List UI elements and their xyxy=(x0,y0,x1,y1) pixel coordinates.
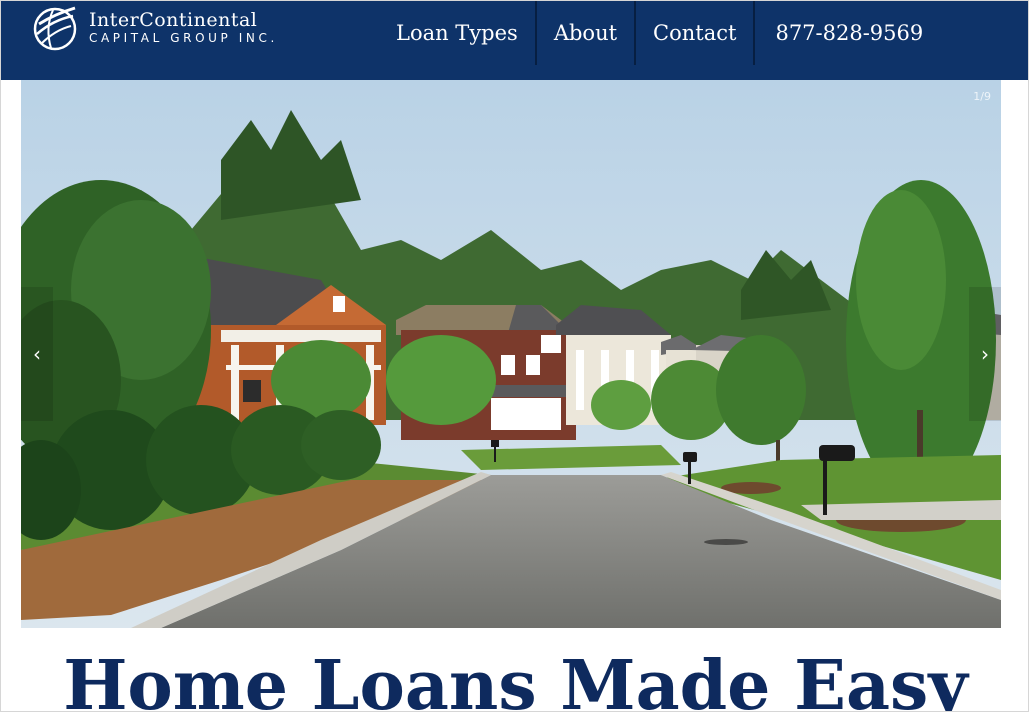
brand-name: InterContinental xyxy=(89,9,258,31)
nav-phone-number[interactable]: 877-828-9569 xyxy=(755,1,940,65)
page: InterContinental CAPITAL GROUP INC. Loan… xyxy=(0,0,1029,712)
nav-contact[interactable]: Contact xyxy=(636,1,756,65)
globe-swoosh-icon xyxy=(33,6,77,51)
slide-image xyxy=(21,80,1001,628)
chevron-right-icon: › xyxy=(981,342,989,366)
nav-about[interactable]: About xyxy=(537,1,637,65)
brand-text: InterContinental CAPITAL GROUP INC. xyxy=(89,10,278,46)
slideshow-prev-button[interactable]: ‹ xyxy=(21,287,53,421)
chevron-left-icon: ‹ xyxy=(33,342,41,366)
brand-tagline: CAPITAL GROUP INC. xyxy=(89,31,278,45)
hero-slideshow: 1/9 ‹ › xyxy=(21,80,1001,628)
brand-logo[interactable]: InterContinental CAPITAL GROUP INC. xyxy=(31,4,278,52)
main-nav: Loan Types About Contact 877-828-9569 xyxy=(379,1,940,65)
hero-headline: Home Loans Made Easy xyxy=(63,646,968,712)
slide-counter: 1/9 xyxy=(973,90,991,103)
slideshow-next-button[interactable]: › xyxy=(969,287,1001,421)
nav-loan-types[interactable]: Loan Types xyxy=(379,1,537,65)
site-header: InterContinental CAPITAL GROUP INC. Loan… xyxy=(1,1,1028,80)
